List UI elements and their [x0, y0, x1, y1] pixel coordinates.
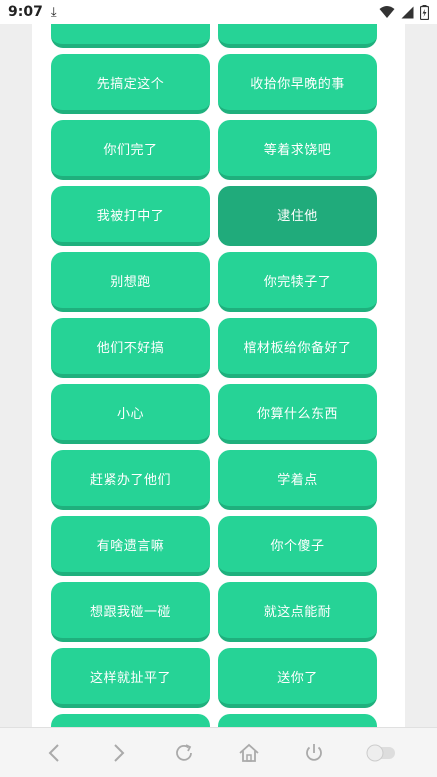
- phrase-button[interactable]: 小心: [51, 384, 210, 444]
- phrase-button[interactable]: 有啥遗言嘛: [51, 516, 210, 576]
- phrase-button[interactable]: 你完犊子了: [218, 252, 377, 312]
- phrase-button[interactable]: 棺材板给你备好了: [218, 318, 377, 378]
- browser-nav-bar: [0, 727, 437, 777]
- right-margin: [405, 24, 437, 727]
- battery-icon: [420, 4, 429, 20]
- home-icon: [239, 743, 259, 762]
- phrase-button[interactable]: 收拾你早晚的事: [218, 54, 377, 114]
- phrase-button[interactable]: 你算什么东西: [218, 384, 377, 444]
- phrase-button[interactable]: 我被打中了: [51, 186, 210, 246]
- toggle-icon: [366, 744, 395, 761]
- home-button[interactable]: [234, 738, 264, 768]
- power-icon: [305, 743, 322, 761]
- forward-button[interactable]: [104, 738, 134, 768]
- status-icons: [379, 4, 429, 20]
- phrase-button[interactable]: 学着点: [218, 450, 377, 510]
- phrase-button[interactable]: [51, 714, 210, 727]
- phrase-button[interactable]: [51, 24, 210, 48]
- power-button[interactable]: [299, 738, 329, 768]
- status-bar: 9:07 ⤓: [0, 0, 437, 24]
- phrase-button[interactable]: 等着求饶吧: [218, 120, 377, 180]
- download-icon: ⤓: [50, 4, 57, 20]
- content-panel: 先搞定这个 收拾你早晚的事 你们完了 等着求饶吧 我被打中了 逮住他 别想跑 你…: [32, 24, 405, 727]
- phrase-button[interactable]: 就这点能耐: [218, 582, 377, 642]
- phrase-button[interactable]: 赶紧办了他们: [51, 450, 210, 510]
- phrase-button[interactable]: 他们不好搞: [51, 318, 210, 378]
- phrase-button[interactable]: 这样就扯平了: [51, 648, 210, 708]
- phrase-button[interactable]: 你个傻子: [218, 516, 377, 576]
- wifi-icon: [379, 5, 395, 19]
- phrase-button[interactable]: 送你了: [218, 648, 377, 708]
- back-icon: [48, 743, 60, 762]
- status-time: 9:07: [8, 4, 43, 20]
- back-button[interactable]: [39, 738, 69, 768]
- phrase-button[interactable]: 想跟我碰一碰: [51, 582, 210, 642]
- signal-icon: [401, 6, 414, 19]
- refresh-icon: [176, 743, 192, 761]
- phrase-button[interactable]: 别想跑: [51, 252, 210, 312]
- phrase-button[interactable]: [218, 714, 377, 727]
- phrase-grid: 先搞定这个 收拾你早晚的事 你们完了 等着求饶吧 我被打中了 逮住他 别想跑 你…: [51, 24, 377, 727]
- forward-icon: [114, 743, 125, 762]
- phrase-button[interactable]: [218, 24, 377, 48]
- phrase-button-active[interactable]: 逮住他: [218, 186, 377, 246]
- phrase-button[interactable]: 你们完了: [51, 120, 210, 180]
- phrase-button[interactable]: 先搞定这个: [51, 54, 210, 114]
- left-margin: [0, 24, 32, 727]
- refresh-button[interactable]: [169, 738, 199, 768]
- toggle-switch[interactable]: [364, 738, 398, 768]
